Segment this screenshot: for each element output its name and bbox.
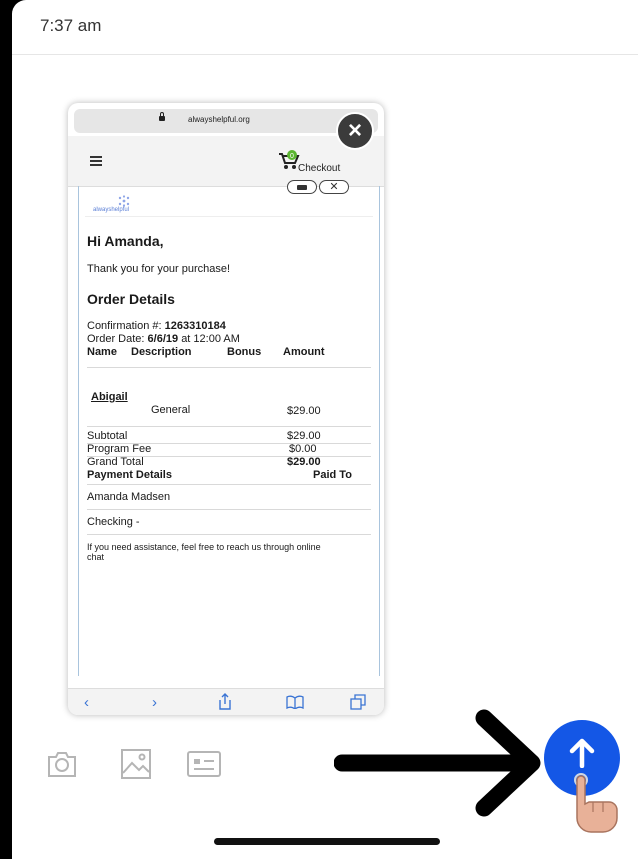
- order-details-title: Order Details: [87, 291, 175, 307]
- program-fee-value: $0.00: [289, 443, 317, 455]
- forward-icon: ›: [152, 694, 157, 711]
- camera-icon[interactable]: [46, 748, 78, 780]
- divider: [85, 216, 373, 217]
- id-card-icon[interactable]: [186, 748, 222, 780]
- order-email: ✕ alwayshelpful Hi Amanda, Thank you for…: [78, 180, 380, 676]
- close-preview-button[interactable]: ×: [336, 112, 374, 150]
- divider: [87, 367, 371, 368]
- lock-icon: [159, 112, 165, 121]
- logo-icon: [118, 195, 130, 207]
- divider: [87, 534, 371, 535]
- print-button: [287, 180, 317, 194]
- image-icon[interactable]: [120, 748, 152, 780]
- confirmation-label: Confirmation #:: [87, 320, 162, 332]
- checkout-label: Checkout: [298, 163, 341, 174]
- subtotal-value: $29.00: [287, 430, 321, 442]
- assistance-text-2: chat: [87, 552, 105, 562]
- url-bar: alwayshelpful.org: [74, 109, 378, 133]
- greeting: Hi Amanda,: [87, 233, 164, 249]
- order-date-line: Order Date: 6/6/19 at 12:00 AM: [87, 333, 240, 345]
- back-icon: ‹: [84, 694, 89, 711]
- home-indicator[interactable]: [214, 838, 440, 845]
- order-time: at 12:00 AM: [181, 333, 240, 345]
- divider: [87, 426, 371, 427]
- item-amount: $29.00: [287, 405, 321, 417]
- confirmation-number: 1263310184: [164, 320, 226, 332]
- pointer-arrow-icon: [334, 709, 541, 817]
- assistance-text: If you need assistance, feel free to rea…: [87, 542, 321, 552]
- grand-total-label: Grand Total: [87, 456, 144, 468]
- column-header-name: Name: [87, 346, 117, 358]
- logo-text: alwayshelpful: [93, 207, 130, 213]
- confirmation-line: Confirmation #: 1263310184: [87, 320, 226, 332]
- url-text: alwayshelpful.org: [188, 115, 250, 124]
- bookmarks-icon: [286, 695, 304, 709]
- payment-details-label: Payment Details: [87, 469, 172, 481]
- hamburger-menu-icon: [90, 160, 102, 162]
- column-header-description: Description: [131, 346, 192, 358]
- item-name: Abigail: [91, 391, 128, 403]
- device-screen: 7:37 am alwayshelpful.org 0 Checkout ✕ a…: [12, 0, 638, 859]
- cart-badge: 0: [290, 153, 294, 160]
- pointing-hand-icon: [574, 773, 618, 833]
- payer-name: Amanda Madsen: [87, 491, 171, 503]
- program-fee-label: Program Fee: [87, 443, 152, 455]
- divider: [87, 484, 371, 485]
- arrow-up-icon: [569, 738, 595, 768]
- order-date-label: Order Date:: [87, 333, 145, 345]
- status-time: 7:37 am: [40, 16, 102, 35]
- column-header-amount: Amount: [283, 346, 325, 358]
- order-date: 6/6/19: [147, 333, 179, 345]
- payment-method: Checking -: [87, 516, 140, 528]
- share-icon: [219, 693, 231, 710]
- cart-icon: 0: [279, 150, 300, 169]
- thanks-text: Thank you for your purchase!: [87, 263, 231, 275]
- screenshot-preview[interactable]: alwayshelpful.org 0 Checkout ✕ alwayshel…: [68, 103, 384, 715]
- grand-total-value: $29.00: [287, 456, 321, 468]
- status-divider: [12, 54, 638, 55]
- item-description: General: [151, 404, 191, 416]
- subtotal-label: Subtotal: [87, 430, 128, 442]
- divider: [87, 509, 371, 510]
- paid-to-label: Paid To: [313, 469, 352, 481]
- close-email-button: ✕: [319, 180, 349, 194]
- column-header-bonus: Bonus: [227, 346, 262, 358]
